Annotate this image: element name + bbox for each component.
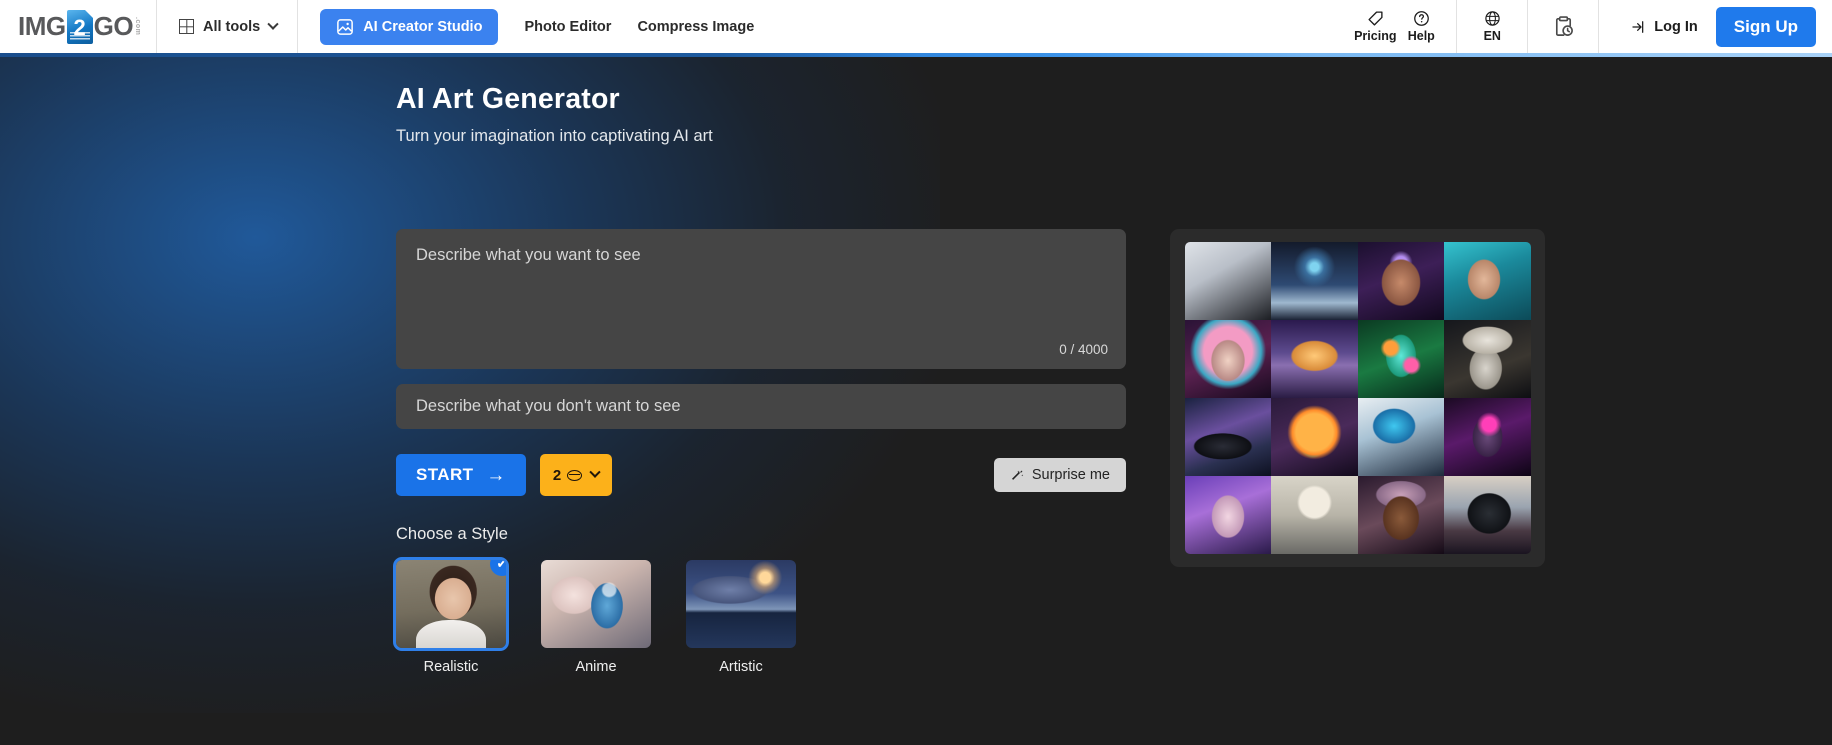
nav-ai-creator-studio-label: AI Creator Studio: [363, 18, 483, 35]
negative-prompt-placeholder: Describe what you don't want to see: [416, 397, 681, 415]
credits-count: 2: [552, 466, 562, 484]
workspace: Describe what you want to see 0 / 4000 D…: [393, 229, 1832, 675]
style-thumbnail-art: [686, 560, 796, 648]
header-divider-2: [1527, 0, 1529, 53]
tag-icon: [1368, 11, 1383, 26]
login-button[interactable]: Log In: [1631, 19, 1698, 35]
gallery-image-6: [1271, 320, 1358, 398]
gallery-image-9: [1184, 398, 1271, 476]
gallery-image-14: [1271, 476, 1358, 554]
surprise-me-button[interactable]: Surprise me: [993, 458, 1126, 492]
style-label-artistic: Artistic: [719, 659, 763, 675]
style-thumbnail-art: [396, 560, 506, 648]
question-circle-icon: [1413, 11, 1429, 26]
gallery-image-12: [1444, 398, 1531, 476]
logo-doc-lines: [69, 31, 90, 41]
start-button-label: START: [416, 465, 474, 484]
gallery-image-3: [1357, 242, 1444, 320]
style-label-realistic: Realistic: [423, 659, 479, 675]
page-subtitle: Turn your imagination into captivating A…: [396, 127, 713, 145]
primary-nav: All tools AI Creator Studio Photo Editor…: [157, 0, 754, 53]
globe-icon: [1485, 11, 1500, 26]
nav-photo-editor[interactable]: Photo Editor: [524, 19, 611, 35]
top-header: IMG 2 GO .com All tools AI Creator Studi…: [0, 0, 1832, 53]
logo-container[interactable]: IMG 2 GO .com: [0, 0, 157, 53]
pricing-link[interactable]: Pricing: [1352, 0, 1398, 53]
logo-text-go: GO: [93, 11, 134, 41]
img2go-logo[interactable]: IMG 2 GO .com: [18, 9, 141, 45]
help-label: Help: [1407, 29, 1435, 43]
ai-image-icon: [337, 18, 354, 35]
prompt-placeholder: Describe what you want to see: [416, 246, 641, 264]
all-tools-label: All tools: [203, 18, 261, 35]
page-content: AI Art Generator Turn your imagination i…: [0, 53, 1832, 675]
header-divider-3: [1598, 0, 1600, 53]
credits-dropdown[interactable]: 2: [539, 454, 613, 496]
style-option-anime[interactable]: Anime: [541, 560, 651, 675]
character-counter: 0 / 4000: [1059, 342, 1108, 357]
logo-text-com: .com: [134, 17, 142, 36]
pricing-label: Pricing: [1354, 29, 1397, 43]
grid-icon: [179, 19, 194, 34]
style-list: ✔ Realistic Anime Artistic: [393, 557, 1126, 675]
nav-compress-image[interactable]: Compress Image: [637, 19, 754, 35]
gallery-image-1: [1184, 242, 1271, 320]
action-row: START → 2 Surprise me: [396, 454, 1126, 496]
main-stage: AI Art Generator Turn your imagination i…: [0, 53, 1832, 745]
login-label: Log In: [1654, 18, 1698, 35]
style-thumbnail-anime[interactable]: [541, 560, 651, 648]
chevron-down-icon: [267, 18, 279, 30]
gallery-image-13: [1184, 476, 1271, 554]
surprise-me-label: Surprise me: [1031, 467, 1110, 483]
gallery-image-4: [1444, 242, 1531, 320]
logo-document-icon: 2: [66, 9, 93, 44]
style-label-anime: Anime: [575, 659, 617, 675]
gallery-image-11: [1357, 398, 1444, 476]
logo-text-img: IMG: [18, 11, 66, 41]
all-tools-menu[interactable]: All tools: [157, 0, 299, 53]
page-title: AI Art Generator: [396, 83, 620, 115]
header-divider: [1456, 0, 1458, 53]
style-thumbnail-artistic[interactable]: [686, 560, 796, 648]
chevron-down-icon: [589, 466, 601, 478]
gallery-image-8: [1444, 320, 1531, 398]
sample-gallery-grid: [1184, 242, 1531, 554]
generator-form: Describe what you want to see 0 / 4000 D…: [393, 229, 1126, 675]
style-thumbnail-realistic[interactable]: ✔: [393, 557, 509, 651]
start-button[interactable]: START →: [396, 454, 526, 496]
style-option-artistic[interactable]: Artistic: [686, 560, 796, 675]
coin-icon: [567, 469, 583, 481]
gallery-image-5: [1184, 320, 1271, 398]
language-selector[interactable]: EN: [1469, 0, 1515, 53]
magic-wand-icon: [1011, 470, 1024, 480]
negative-prompt-input[interactable]: Describe what you don't want to see: [396, 384, 1126, 429]
history-button[interactable]: [1540, 0, 1586, 53]
signup-button[interactable]: Sign Up: [1715, 6, 1816, 47]
style-option-realistic[interactable]: ✔ Realistic: [393, 557, 509, 675]
login-arrow-icon: [1632, 20, 1644, 33]
help-link[interactable]: Help: [1398, 0, 1444, 53]
language-label: EN: [1483, 29, 1501, 43]
gallery-image-7: [1357, 320, 1444, 398]
gallery-image-10: [1271, 398, 1358, 476]
arrow-right-icon: →: [486, 464, 506, 486]
style-thumbnail-art: [541, 560, 651, 648]
sample-gallery-panel: [1170, 229, 1545, 567]
prompt-input[interactable]: Describe what you want to see 0 / 4000: [396, 229, 1126, 369]
gallery-image-2: [1271, 242, 1358, 320]
gallery-image-16: [1444, 476, 1531, 554]
nav-ai-creator-studio[interactable]: AI Creator Studio: [320, 8, 499, 45]
choose-style-heading: Choose a Style: [396, 525, 508, 543]
secondary-nav: Pricing Help EN Log In Sign Up: [1352, 0, 1832, 53]
gallery-image-15: [1357, 476, 1444, 554]
clipboard-clock-icon: [1555, 16, 1573, 36]
